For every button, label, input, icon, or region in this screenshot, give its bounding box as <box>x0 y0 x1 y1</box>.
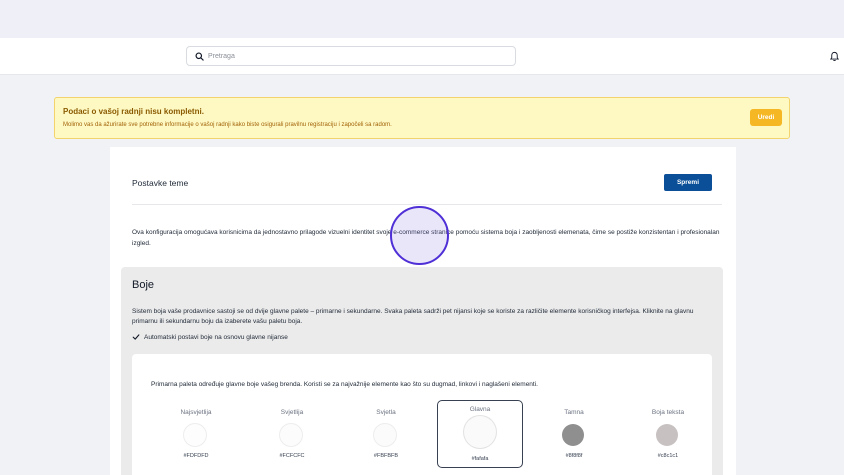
swatch-circle[interactable] <box>374 424 396 446</box>
incomplete-data-alert: Podaci o vašoj radnji nisu kompletni. Mo… <box>54 97 790 139</box>
swatch-label: Glavna <box>469 406 491 413</box>
auto-colors-toggle[interactable]: Automatski postavi boje na osnovu glavne… <box>132 333 288 341</box>
top-band <box>0 0 844 38</box>
swatch-label: Svjetla <box>376 409 396 416</box>
swatch-main[interactable]: Glavna #fafafa <box>437 400 523 468</box>
swatch-hex: #FBFBFB <box>373 453 399 459</box>
swatch-circle[interactable] <box>656 424 678 446</box>
colors-section: Boje Sistem boja vaše prodavnice sastoji… <box>121 267 723 475</box>
cursor-highlight <box>390 206 449 265</box>
alert-text: Molimo vas da ažurirate sve potrebne inf… <box>63 122 392 128</box>
swatch-label: Najsvjetlija <box>180 409 212 416</box>
auto-colors-label: Automatski postavi boje na osnovu glavne… <box>144 333 288 341</box>
swatch-hex: #8f8f8f <box>565 453 583 459</box>
swatch-lightest[interactable]: Najsvjetlija #FDFDFD <box>153 400 239 468</box>
bell-icon[interactable] <box>829 51 840 62</box>
swatch-label: Tamna <box>564 409 584 416</box>
swatch-circle[interactable] <box>562 424 584 446</box>
swatch-hex: #c8c1c1 <box>657 453 679 459</box>
swatch-circle[interactable] <box>280 424 302 446</box>
swatch-circle[interactable] <box>464 416 496 448</box>
search-box[interactable] <box>186 46 516 66</box>
section-description: Sistem boja vaše prodavnice sastoji se o… <box>132 308 694 325</box>
page-title: Postavke teme <box>132 178 189 188</box>
swatch-dark[interactable]: Tamna #8f8f8f <box>531 400 617 468</box>
swatch-light[interactable]: Svjetla #FBFBFB <box>343 400 429 468</box>
search-icon <box>195 51 204 61</box>
theme-settings-card: Postavke teme Spremi Ova konfiguracija o… <box>110 147 736 475</box>
search-input[interactable] <box>208 52 498 60</box>
alert-title: Podaci o vašoj radnji nisu kompletni. <box>63 107 204 116</box>
check-icon <box>132 334 140 340</box>
swatch-circle[interactable] <box>184 424 206 446</box>
swatch-hex: #fafafa <box>471 456 489 462</box>
top-bar <box>0 38 844 75</box>
save-button[interactable]: Spremi <box>664 174 712 191</box>
swatch-hex: #FDFDFD <box>183 453 209 459</box>
swatch-label: Svjetlija <box>280 409 304 416</box>
swatch-lighter[interactable]: Svjetlija #FCFCFC <box>249 400 335 468</box>
primary-palette-description: Primarna paleta određuje glavne boje vaš… <box>151 381 538 388</box>
swatch-hex: #FCFCFC <box>279 453 305 459</box>
edit-button[interactable]: Uredi <box>750 109 782 126</box>
divider <box>132 204 722 205</box>
primary-palette-panel: Primarna paleta određuje glavne boje vaš… <box>132 354 712 475</box>
swatch-text-color[interactable]: Boja teksta #c8c1c1 <box>625 400 711 468</box>
swatch-label: Boja teksta <box>651 409 685 416</box>
section-title: Boje <box>132 279 155 291</box>
